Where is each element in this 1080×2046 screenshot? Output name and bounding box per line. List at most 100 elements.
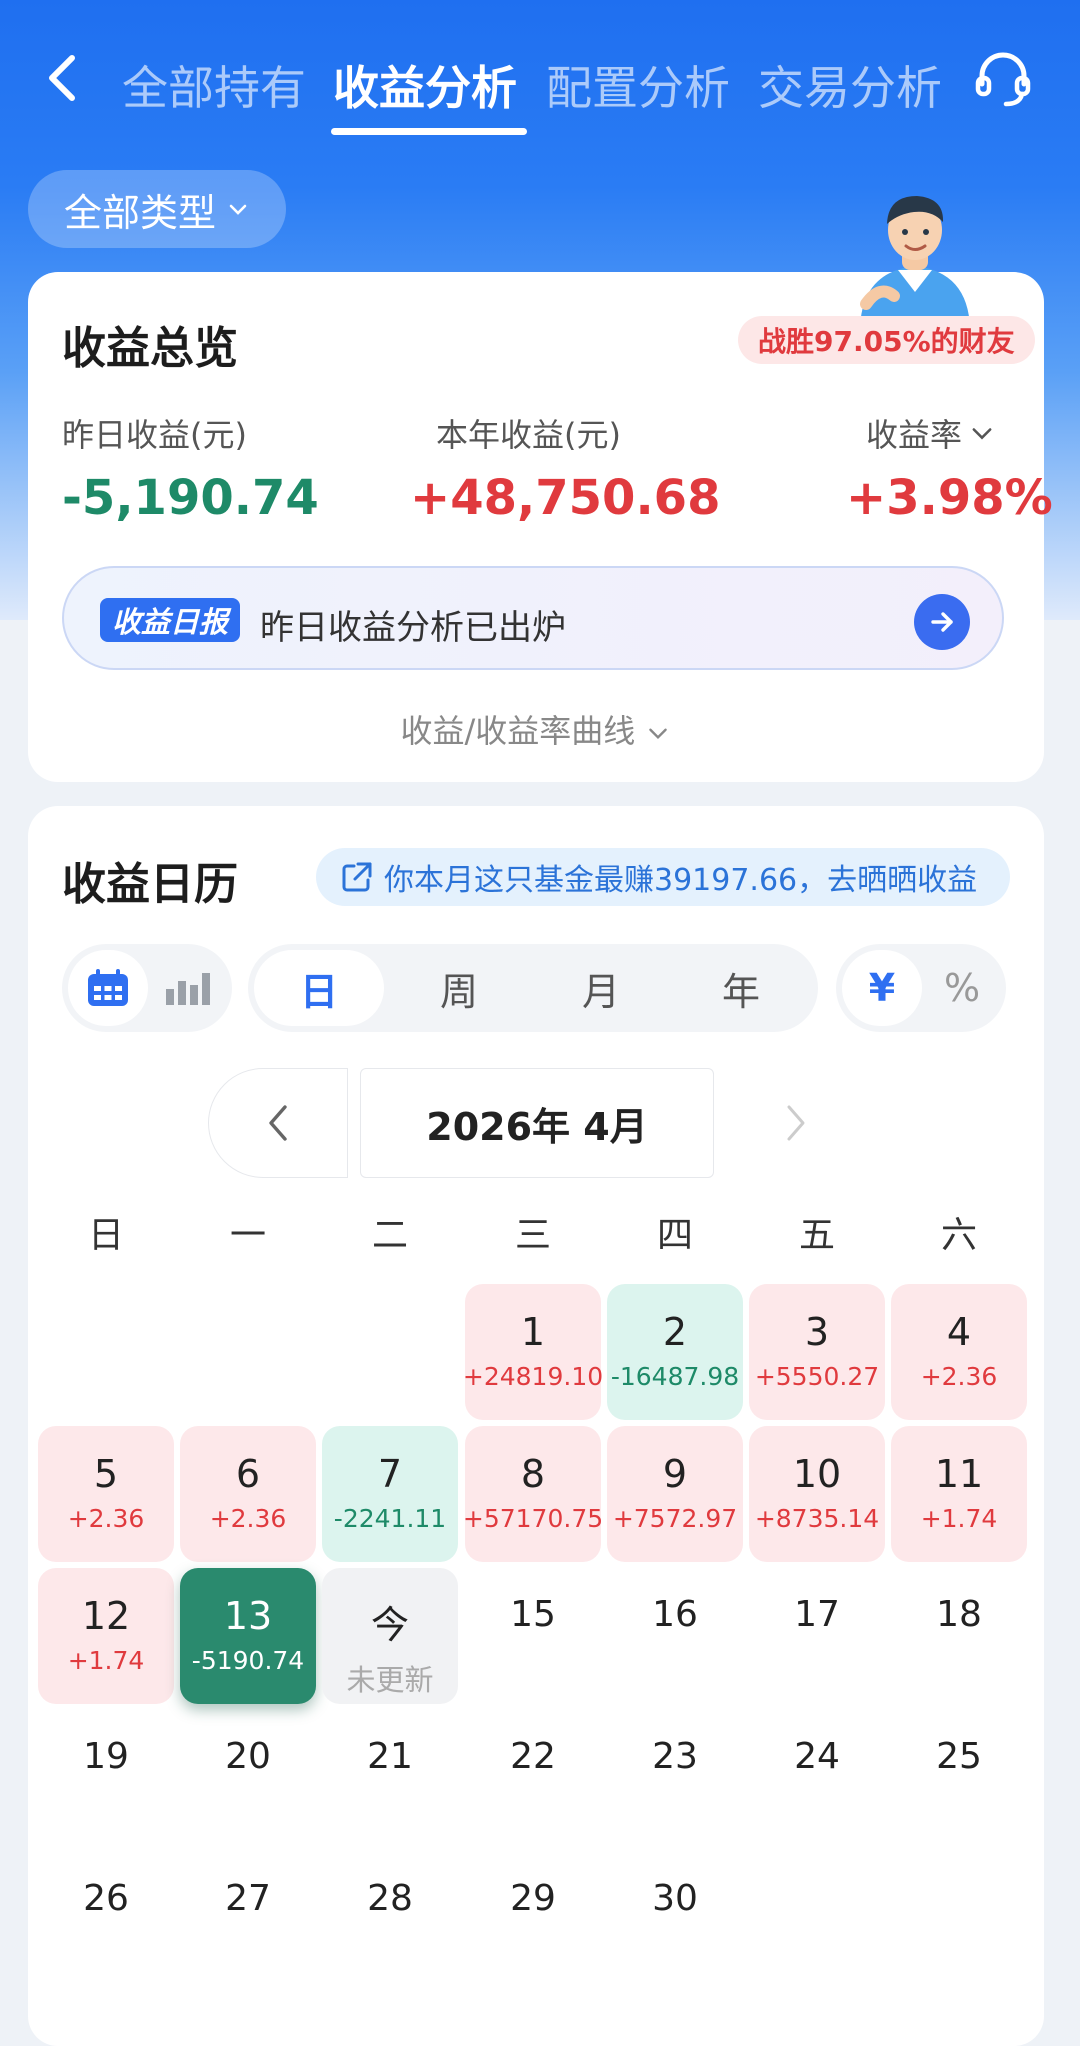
day-number: 23: [652, 1736, 698, 1777]
day-number: 2: [662, 1310, 688, 1354]
calendar-day[interactable]: 23: [607, 1710, 743, 1846]
day-number: 18: [936, 1594, 982, 1635]
overview-title: 收益总览: [62, 323, 238, 374]
curve-toggle[interactable]: 收益/收益率曲线: [0, 706, 1072, 752]
day-number: 17: [794, 1594, 840, 1635]
tab-trade-analysis[interactable]: 交易分析: [758, 52, 942, 118]
day-number: 4: [946, 1310, 972, 1354]
unit-percent[interactable]: %: [924, 950, 1000, 1026]
period-toggle: 日 周 月 年: [248, 944, 818, 1032]
arrow-right-icon[interactable]: [914, 594, 970, 650]
chevron-down-icon: [972, 428, 992, 440]
calendar-day[interactable]: 24: [749, 1710, 885, 1846]
share-promo-banner[interactable]: 你本月这只基金最赚39197.66，去晒晒收益: [316, 848, 1010, 906]
calendar-view-button[interactable]: [68, 950, 148, 1026]
current-month-label[interactable]: 2026年 4月: [360, 1068, 714, 1178]
customer-service-icon[interactable]: [970, 46, 1036, 112]
next-month-button[interactable]: [726, 1068, 866, 1178]
yesterday-earnings-label: 昨日收益(元): [62, 416, 247, 454]
day-earnings: +57170.75: [462, 1504, 604, 1533]
period-month[interactable]: 月: [536, 950, 666, 1026]
calendar-day[interactable]: 10 +8735.14: [749, 1426, 885, 1562]
day-number: 11: [934, 1452, 984, 1496]
day-number: 1: [520, 1310, 546, 1354]
calendar-title: 收益日历: [62, 859, 238, 910]
type-filter-dropdown[interactable]: 全部类型: [28, 170, 286, 248]
calendar-day[interactable]: 19: [38, 1710, 174, 1846]
day-number: 16: [652, 1594, 698, 1635]
day-number: 19: [83, 1736, 129, 1777]
calendar-day[interactable]: 16: [607, 1568, 743, 1704]
day-earnings: +24819.10: [462, 1362, 604, 1391]
chevron-down-icon: [229, 204, 247, 215]
calendar-day[interactable]: 21: [322, 1710, 458, 1846]
period-day[interactable]: 日: [254, 950, 384, 1026]
bar-chart-icon: [166, 973, 210, 1005]
calendar-day[interactable]: 28: [322, 1852, 458, 1988]
calendar-day[interactable]: 25: [891, 1710, 1027, 1846]
calendar-day[interactable]: 27: [180, 1852, 316, 1988]
calendar-day-selected[interactable]: 13 -5190.74: [180, 1568, 316, 1704]
prev-month-button[interactable]: [208, 1068, 348, 1178]
calendar-day[interactable]: 9 +7572.97: [607, 1426, 743, 1562]
daily-report-banner[interactable]: 收益日报 昨日收益分析已出炉: [62, 566, 1004, 670]
calendar-day[interactable]: 4 +2.36: [891, 1284, 1027, 1420]
calendar-day[interactable]: 30: [607, 1852, 743, 1988]
tab-all-holdings[interactable]: 全部持有: [122, 52, 306, 118]
calendar-day[interactable]: 5 +2.36: [38, 1426, 174, 1562]
weekday-header: 四: [656, 1215, 693, 1256]
day-number: 8: [520, 1452, 546, 1496]
day-number: 30: [652, 1878, 698, 1919]
calendar-day[interactable]: 22: [465, 1710, 601, 1846]
view-toggle: [62, 944, 232, 1032]
period-year[interactable]: 年: [676, 950, 806, 1026]
chart-view-button[interactable]: [150, 950, 226, 1026]
calendar-day[interactable]: 15: [465, 1568, 601, 1704]
calendar-day[interactable]: 11 +1.74: [891, 1426, 1027, 1562]
day-earnings: -2241.11: [333, 1504, 447, 1533]
chevron-left-icon: [269, 1105, 287, 1141]
rate-selector[interactable]: 收益率: [866, 410, 996, 456]
day-number: 28: [367, 1878, 413, 1919]
day-earnings: +8735.14: [754, 1504, 880, 1533]
day-earnings: +1.74: [920, 1504, 998, 1533]
day-earnings: +7572.97: [612, 1504, 738, 1533]
rate-label: 收益率: [866, 416, 963, 454]
calendar-day[interactable]: 3 +5550.27: [749, 1284, 885, 1420]
day-number: 5: [93, 1452, 119, 1496]
calendar-day[interactable]: 18: [891, 1568, 1027, 1704]
calendar-day[interactable]: 12 +1.74: [38, 1568, 174, 1704]
day-earnings: +5550.27: [754, 1362, 880, 1391]
calendar-day[interactable]: 1 +24819.10: [462, 1284, 604, 1420]
calendar-day[interactable]: 29: [465, 1852, 601, 1988]
day-number: 21: [367, 1736, 413, 1777]
back-arrow-icon[interactable]: [34, 48, 94, 108]
weekday-header: 二: [371, 1215, 408, 1256]
weekday-header: 五: [798, 1215, 835, 1256]
share-icon: [342, 862, 372, 892]
calendar-day[interactable]: 20: [180, 1710, 316, 1846]
day-number: 29: [510, 1878, 556, 1919]
calendar-day[interactable]: 17: [749, 1568, 885, 1704]
unit-yuan[interactable]: ¥: [842, 950, 922, 1026]
year-earnings-label: 本年收益(元): [436, 416, 621, 454]
tab-earnings-analysis[interactable]: 收益分析: [333, 52, 517, 118]
day-earnings: 未更新: [346, 1663, 434, 1697]
day-number: 3: [804, 1310, 830, 1354]
day-number: 12: [81, 1594, 131, 1638]
chevron-right-icon: [787, 1105, 805, 1141]
win-rate-badge: 战胜97.05%的财友: [738, 316, 1035, 364]
calendar-day[interactable]: 6 +2.36: [180, 1426, 316, 1562]
period-week[interactable]: 周: [394, 950, 524, 1026]
day-earnings: +1.74: [67, 1646, 145, 1675]
calendar-day-today[interactable]: 今未更新: [322, 1568, 458, 1704]
day-earnings: -5190.74: [191, 1646, 305, 1675]
tab-allocation-analysis[interactable]: 配置分析: [546, 52, 730, 118]
calendar-day[interactable]: 2 -16487.98: [607, 1284, 743, 1420]
calendar-day[interactable]: 8 +57170.75: [462, 1426, 604, 1562]
calendar-day[interactable]: 26: [38, 1852, 174, 1988]
rate-value: +3.98%: [846, 470, 1053, 526]
day-number: 26: [83, 1878, 129, 1919]
calendar-day[interactable]: 7 -2241.11: [322, 1426, 458, 1562]
year-earnings-value: +48,750.68: [410, 470, 721, 526]
